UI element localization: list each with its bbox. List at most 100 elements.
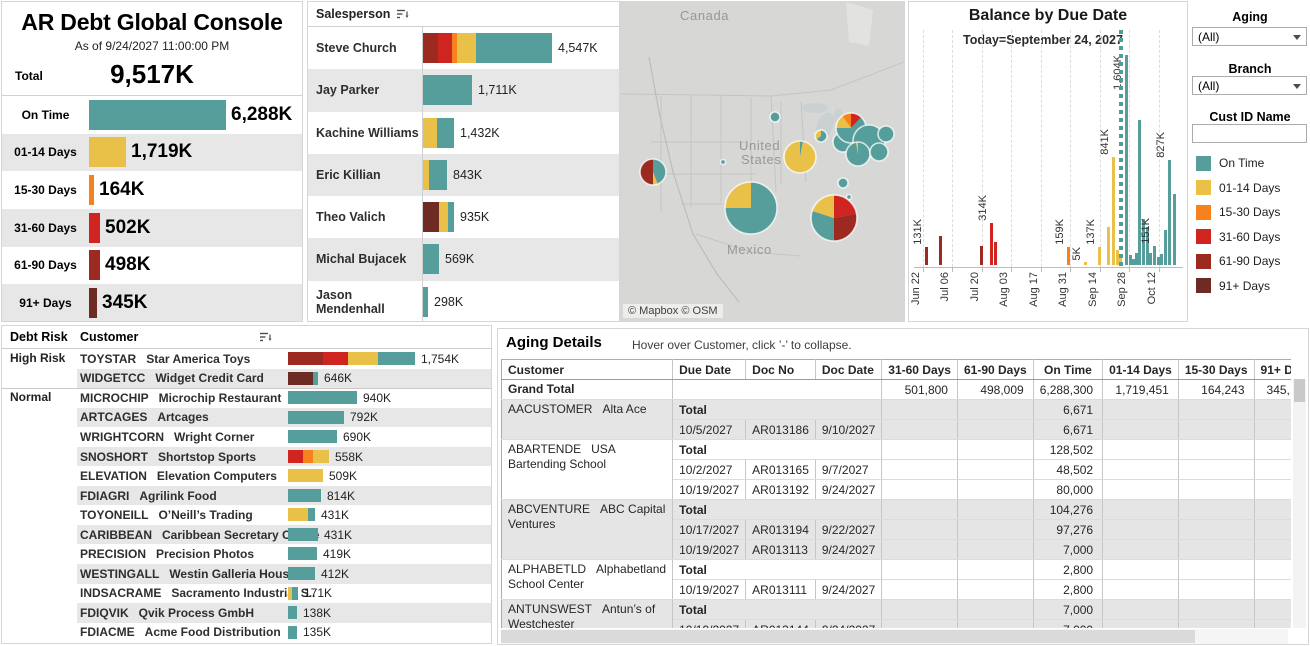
due-date-bar[interactable]: [925, 247, 928, 265]
bar-segment[interactable]: [448, 202, 454, 232]
map-pie[interactable]: [770, 112, 780, 122]
column-header[interactable]: 31-60 Days: [882, 360, 958, 380]
bar-segment[interactable]: [323, 352, 348, 365]
bar-segment[interactable]: [288, 567, 315, 580]
sort-icon[interactable]: [396, 9, 409, 20]
map-pie[interactable]: [784, 141, 816, 173]
column-header[interactable]: On Time: [1033, 360, 1102, 380]
bar-segment[interactable]: [288, 391, 357, 404]
column-header[interactable]: 91+ Days: [1254, 360, 1291, 380]
aging-bar[interactable]: [89, 213, 100, 243]
map-pie[interactable]: [838, 178, 848, 188]
bar-segment[interactable]: [313, 450, 329, 463]
map-pie[interactable]: [846, 142, 870, 166]
bar-segment[interactable]: [288, 372, 313, 385]
salesperson-row[interactable]: Jason Mendenhall 298K: [308, 281, 619, 322]
vertical-scrollbar-thumb[interactable]: [1294, 379, 1305, 402]
aging-summary-row[interactable]: 31-60 Days 502K: [2, 209, 302, 247]
bar-segment[interactable]: [288, 547, 317, 560]
bar-segment[interactable]: [438, 33, 452, 63]
customer-total-row[interactable]: ABARTENDE USA Bartending School Total128…: [502, 440, 1292, 460]
bar-segment[interactable]: [423, 244, 439, 274]
bar-segment[interactable]: [313, 372, 318, 385]
salesperson-row[interactable]: Steve Church 4,547K: [308, 27, 619, 69]
debt-risk-row[interactable]: High Risk TOYSTAR Star America Toys 1,75…: [2, 349, 491, 369]
aging-bar[interactable]: [89, 137, 126, 167]
debt-risk-row[interactable]: PRECISION Precision Photos 419K: [2, 544, 491, 564]
aging-bar[interactable]: [89, 100, 226, 130]
bar-segment[interactable]: [423, 75, 472, 105]
legend-item[interactable]: 31-60 Days: [1196, 225, 1310, 250]
bar-segment[interactable]: [288, 469, 323, 482]
bar-segment[interactable]: [423, 118, 437, 148]
bar-segment[interactable]: [437, 118, 454, 148]
branch-filter-dropdown[interactable]: (All): [1192, 76, 1307, 95]
bar-segment[interactable]: [288, 430, 337, 443]
bar-segment[interactable]: [288, 508, 308, 521]
aging-summary-row[interactable]: 61-90 Days 498K: [2, 247, 302, 285]
due-date-bar[interactable]: [1160, 254, 1163, 265]
map-pie[interactable]: [811, 195, 857, 241]
bar-segment[interactable]: [348, 352, 378, 365]
aging-summary-row[interactable]: 01-14 Days 1,719K: [2, 134, 302, 172]
aging-bar[interactable]: [89, 250, 100, 280]
bar-segment[interactable]: [378, 352, 415, 365]
due-date-bar[interactable]: [990, 223, 993, 265]
aging-bar[interactable]: [89, 175, 94, 205]
due-date-bar[interactable]: [1098, 247, 1101, 265]
debt-risk-row[interactable]: FDIACME Acme Food Distribution 135K: [2, 623, 491, 643]
customer-cell[interactable]: ABCVENTURE ABC Capital Ventures: [502, 500, 673, 560]
debt-risk-row[interactable]: Normal MICROCHIP Microchip Restaurant 94…: [2, 388, 491, 408]
aging-summary-row[interactable]: 91+ Days 345K: [2, 284, 302, 322]
aging-bar[interactable]: [89, 288, 97, 318]
map-pie[interactable]: [815, 130, 827, 142]
bar-segment[interactable]: [423, 202, 439, 232]
map-pie[interactable]: [725, 182, 777, 234]
customer-cell[interactable]: ANTUNSWEST Antun’s of Westchester: [502, 600, 673, 629]
due-date-bar[interactable]: [1107, 227, 1110, 265]
column-header[interactable]: Doc No: [746, 360, 816, 380]
bar-segment[interactable]: [288, 489, 321, 502]
sort-icon[interactable]: [259, 332, 272, 343]
debt-risk-row[interactable]: WESTINGALL Westin Galleria Houston 412K: [2, 564, 491, 584]
column-header[interactable]: Doc Date: [815, 360, 881, 380]
debt-risk-row[interactable]: WIDGETCC Widget Credit Card 646K: [2, 369, 491, 389]
legend-item[interactable]: 61-90 Days: [1196, 249, 1310, 274]
bar-segment[interactable]: [288, 606, 297, 619]
bar-segment[interactable]: [429, 160, 447, 190]
bar-segment[interactable]: [308, 508, 315, 521]
due-date-bar[interactable]: [1153, 246, 1156, 265]
debt-risk-row[interactable]: TOYONEILL O’Neill’s Trading 431K: [2, 505, 491, 525]
bar-segment[interactable]: [303, 450, 313, 463]
map-panel[interactable]: CanadaUnitedStatesMexico © Mapbox © OSM: [620, 1, 905, 322]
customer-total-row[interactable]: AACUSTOMER Alta Ace Total6,671: [502, 400, 1292, 420]
customer-total-row[interactable]: ABCVENTURE ABC Capital Ventures Total104…: [502, 500, 1292, 520]
column-header[interactable]: Customer: [502, 360, 673, 380]
customer-cell[interactable]: AACUSTOMER Alta Ace: [502, 400, 673, 440]
customer-cell[interactable]: ABARTENDE USA Bartending School: [502, 440, 673, 500]
customer-total-row[interactable]: ANTUNSWEST Antun’s of Westchester Total7…: [502, 600, 1292, 620]
debt-risk-row[interactable]: CARIBBEAN Caribbean Secretary Online 431…: [2, 525, 491, 545]
map-pie[interactable]: [878, 126, 894, 142]
due-date-bar[interactable]: [939, 236, 942, 265]
horizontal-scrollbar[interactable]: [501, 629, 1288, 644]
customer-cell[interactable]: ALPHABETLD Alphabetland School Center: [502, 560, 673, 600]
bar-segment[interactable]: [288, 352, 323, 365]
due-date-bar[interactable]: [1149, 253, 1152, 265]
debt-risk-row[interactable]: FDIQVIK Qvik Process GmbH 138K: [2, 603, 491, 623]
bar-segment[interactable]: [457, 33, 476, 63]
aging-summary-row[interactable]: 15-30 Days 164K: [2, 171, 302, 209]
due-date-bar[interactable]: [1067, 247, 1070, 265]
debt-risk-row[interactable]: ELEVATION Elevation Computers 509K: [2, 466, 491, 486]
bar-segment[interactable]: [288, 528, 318, 541]
bar-segment[interactable]: [288, 626, 297, 639]
legend-item[interactable]: 01-14 Days: [1196, 176, 1310, 201]
bar-segment[interactable]: [439, 202, 448, 232]
debt-risk-row[interactable]: WRIGHTCORN Wright Corner 690K: [2, 427, 491, 447]
debt-risk-row[interactable]: INDSACRAME Sacramento Industrial S.. 171…: [2, 584, 491, 604]
vertical-scrollbar[interactable]: [1293, 379, 1306, 628]
legend-item[interactable]: 91+ Days: [1196, 274, 1310, 299]
due-date-bar[interactable]: [1084, 262, 1087, 265]
cust-id-name-input[interactable]: [1192, 124, 1307, 143]
aging-filter-dropdown[interactable]: (All): [1192, 27, 1307, 46]
